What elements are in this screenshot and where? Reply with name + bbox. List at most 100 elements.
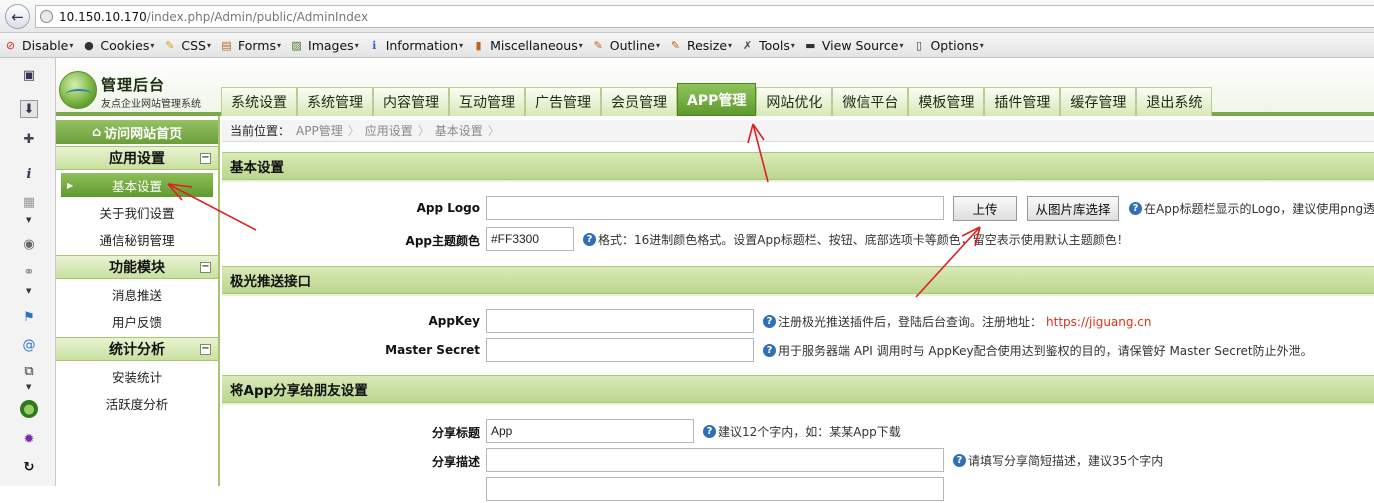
dropdown-caret-icon: ▾ <box>790 40 795 50</box>
globe-icon <box>40 10 53 23</box>
chevron-down-icon[interactable]: ▼ <box>26 216 31 224</box>
nav-tab[interactable]: 缓存管理 <box>1060 87 1137 116</box>
dropdown-caret-icon: ▾ <box>150 40 155 50</box>
dropdown-caret-icon: ▾ <box>728 40 733 50</box>
sidebar-section-stats[interactable]: 统计分析 − <box>56 337 218 361</box>
link-icon[interactable]: ⚭ <box>20 263 38 281</box>
breadcrumb-item[interactable]: 基本设置 <box>435 122 483 139</box>
disable-icon: ⊘ <box>5 38 16 52</box>
app-logo-input[interactable] <box>486 196 944 220</box>
sidebar-section-modules[interactable]: 功能模块 − <box>56 255 218 279</box>
toolbar-menu-label: Resize <box>686 37 728 53</box>
sidebar-item-activity[interactable]: 活跃度分析 <box>56 391 218 415</box>
logo-mark-icon <box>59 71 97 109</box>
nav-tab[interactable]: 广告管理 <box>525 87 601 116</box>
green-ball-icon[interactable]: ● <box>20 400 38 418</box>
view-source-icon: ▬ <box>805 38 816 52</box>
breadcrumb-item[interactable]: 应用设置 <box>365 122 413 139</box>
master-secret-input[interactable] <box>486 338 754 362</box>
breadcrumb-separator-icon: 〉 <box>347 124 360 138</box>
share-title-input[interactable] <box>486 419 694 443</box>
toolbar-menu-disable[interactable]: ⊘ Disable ▾ <box>0 33 78 58</box>
toolbar-menu-label: Forms <box>237 37 276 53</box>
toolbar-menu-css[interactable]: ✎ CSS ▾ <box>159 33 216 58</box>
sidebar-item-push[interactable]: 消息推送 <box>56 282 218 306</box>
toolbar-menu-forms[interactable]: ▤ Forms ▾ <box>216 33 286 58</box>
collapse-toggle-icon[interactable]: − <box>200 153 211 164</box>
visit-home-button[interactable]: ⌂ 访问网站首页 <box>56 120 218 144</box>
toolbar-menu-label: Options <box>930 37 979 53</box>
upload-button[interactable]: 上传 <box>953 196 1017 221</box>
sidebar-section-app-settings[interactable]: 应用设置 − <box>56 146 218 170</box>
appkey-input[interactable] <box>486 309 754 333</box>
nav-tab[interactable]: 网站优化 <box>756 87 833 116</box>
url-field[interactable]: 10.150.10.170 /index.php/Admin/public/Ad… <box>35 5 1374 28</box>
section-jpush: 极光推送接口 <box>222 266 1374 296</box>
url-path: /index.php/Admin/public/AdminIndex <box>146 9 369 24</box>
nav-tab[interactable]: 插件管理 <box>984 87 1061 116</box>
theme-color-input[interactable] <box>486 227 574 251</box>
refresh-icon[interactable]: ↻ <box>20 458 38 476</box>
chevron-down-icon[interactable]: ▼ <box>26 383 31 391</box>
visit-home-label: 访问网站首页 <box>104 126 183 142</box>
next-input-partial[interactable] <box>486 477 944 501</box>
nav-tab[interactable]: 模板管理 <box>908 87 985 116</box>
star-window-icon[interactable]: ▣ <box>20 66 38 84</box>
back-button[interactable]: ← <box>5 4 30 29</box>
collapse-toggle-icon[interactable]: − <box>200 262 211 273</box>
nav-tab[interactable]: 微信平台 <box>832 87 909 116</box>
toolbar-menu-resize[interactable]: ✎ Resize ▾ <box>665 33 737 58</box>
app-logo-label: App Logo <box>416 201 480 215</box>
dropdown-caret-icon: ▾ <box>655 40 660 50</box>
sidebar-item-about-us[interactable]: 关于我们设置 <box>56 200 218 224</box>
nav-tab[interactable]: APP管理 <box>677 83 757 116</box>
toolbar-menu-options[interactable]: ▯ Options ▾ <box>908 33 988 58</box>
info-icon[interactable]: i <box>20 165 38 183</box>
toolbar-menu-view-source[interactable]: ▬ View Source ▾ <box>800 33 909 58</box>
share-desc-input[interactable] <box>486 448 944 472</box>
logo-title: 管理后台 <box>101 76 166 94</box>
nav-tab[interactable]: 互动管理 <box>449 87 525 116</box>
site-logo[interactable]: 管理后台 友点企业网站管理系统 <box>59 71 219 115</box>
nav-tab[interactable]: 系统设置 <box>221 87 297 116</box>
globe-icon[interactable]: ◉ <box>20 235 38 253</box>
virus-icon[interactable]: ✹ <box>20 430 38 448</box>
sidebar-item-install-stats[interactable]: 安装统计 <box>56 364 218 388</box>
toolbar-menu-miscellaneous[interactable]: ▮ Miscellaneous ▾ <box>468 33 588 58</box>
toolbar-menu-images[interactable]: ▨ Images ▾ <box>286 33 364 58</box>
toolbar-menu-outline[interactable]: ✎ Outline ▾ <box>588 33 665 58</box>
puzzle-icon[interactable]: ✚ <box>20 130 38 148</box>
toolbar-menu-tools[interactable]: ✗ Tools ▾ <box>737 33 800 58</box>
window-icon[interactable]: ⧉ <box>20 362 38 380</box>
breadcrumb-item[interactable]: APP管理 <box>296 122 343 139</box>
side-icon-strip: ▣ ⬇ ✚ i ▦ ▼ ◉ ⚭ ▼ ⚑ @ ⧉ ▼ ● ✹ ↻ <box>0 58 56 486</box>
flag-icon[interactable]: ⚑ <box>20 308 38 326</box>
nav-tab[interactable]: 系统管理 <box>297 87 373 116</box>
caret-right-icon: ▶ <box>67 180 74 190</box>
toolbar-menu-information[interactable]: ℹ Information ▾ <box>364 33 468 58</box>
toolbar-menu-cookies[interactable]: ● Cookies ▾ <box>78 33 159 58</box>
share-title-label: 分享标题 <box>431 426 480 440</box>
collapse-toggle-icon[interactable]: − <box>200 344 211 355</box>
grid-icon[interactable]: ▦ <box>20 193 38 211</box>
sidebar: ⌂ 访问网站首页 应用设置 − ▶ 基本设置 关于我们设置 通信秘钥管理 功能模… <box>56 116 220 486</box>
dropdown-caret-icon: ▾ <box>206 40 211 50</box>
download-icon[interactable]: ⬇ <box>20 100 38 118</box>
nav-tab[interactable]: 退出系统 <box>1136 87 1213 116</box>
master-secret-hint: ? 用于服务器端 API 调用时与 AppKey配合使用达到鉴权的目的，请保管好… <box>763 342 1313 359</box>
sidebar-item-feedback[interactable]: 用户反馈 <box>56 309 218 333</box>
jiguang-link[interactable]: https://jiguang.cn <box>1046 315 1152 329</box>
information-icon: ℹ <box>372 38 377 52</box>
sidebar-item-comm-keys[interactable]: 通信秘钥管理 <box>56 227 218 251</box>
section-basic-settings: 基本设置 <box>222 152 1374 182</box>
chevron-down-icon[interactable]: ▼ <box>26 287 31 295</box>
cookies-icon: ● <box>84 38 94 52</box>
help-icon: ? <box>583 233 596 246</box>
nav-tab[interactable]: 内容管理 <box>373 87 449 116</box>
nav-tab[interactable]: 会员管理 <box>601 87 677 116</box>
sidebar-item-basic-settings[interactable]: ▶ 基本设置 <box>61 173 213 197</box>
image-library-button[interactable]: 从图片库选择 <box>1027 196 1119 221</box>
forms-icon: ▤ <box>221 38 232 52</box>
swirl-icon[interactable]: @ <box>20 336 38 354</box>
hint-text: 注册极光推送插件后，登陆后台查询。注册地址： <box>778 315 1043 329</box>
